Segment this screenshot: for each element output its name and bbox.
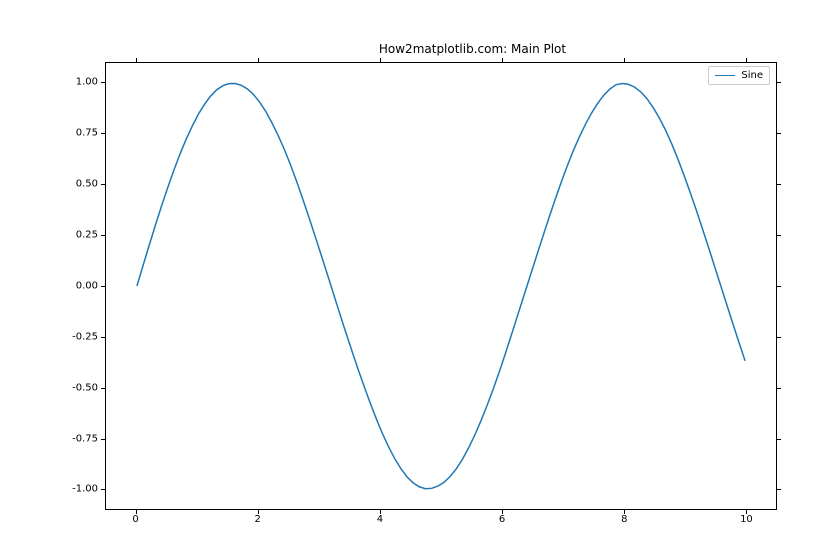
ytick-mark [777,388,781,389]
xtick-label: 2 [255,514,261,525]
xtick-mark [502,510,503,514]
ytick-label: 0.50 [76,179,98,190]
xtick-mark [746,510,747,514]
ytick-label: 0.25 [76,229,98,240]
ytick-label: -0.25 [72,331,98,342]
plot-area [105,62,777,510]
plot-svg [106,63,776,509]
xtick-label: 10 [740,514,753,525]
ytick-label: 0.00 [76,280,98,291]
xtick-mark [624,510,625,514]
legend-entry-sine: Sine [715,70,763,81]
chart-title: How2matplotlib.com: Main Plot [137,42,809,56]
xtick-label: 8 [621,514,627,525]
ytick-mark [777,133,781,134]
ytick-mark [777,489,781,490]
legend-label: Sine [741,70,763,81]
xtick-label: 0 [132,514,138,525]
legend: Sine [708,66,770,85]
xtick-mark [258,510,259,514]
figure: How2matplotlib.com: Main Plot -1.00 -0.7… [0,0,840,560]
xtick-mark [380,510,381,514]
ytick-mark [777,439,781,440]
legend-line-icon [715,75,735,76]
ytick-label: 0.75 [76,128,98,139]
xtick-label: 6 [499,514,505,525]
ytick-label: -0.75 [72,433,98,444]
ytick-label: -0.50 [72,382,98,393]
ytick-mark [777,82,781,83]
ytick-mark [777,337,781,338]
xtick-mark [136,510,137,514]
series-sine [137,83,745,488]
chart-title-wrap: How2matplotlib.com: Main Plot [0,42,840,56]
ytick-mark [777,286,781,287]
xtick-label: 4 [377,514,383,525]
ytick-label: 1.00 [76,77,98,88]
ytick-label: -1.00 [72,484,98,495]
ytick-mark [777,184,781,185]
ytick-mark [777,235,781,236]
